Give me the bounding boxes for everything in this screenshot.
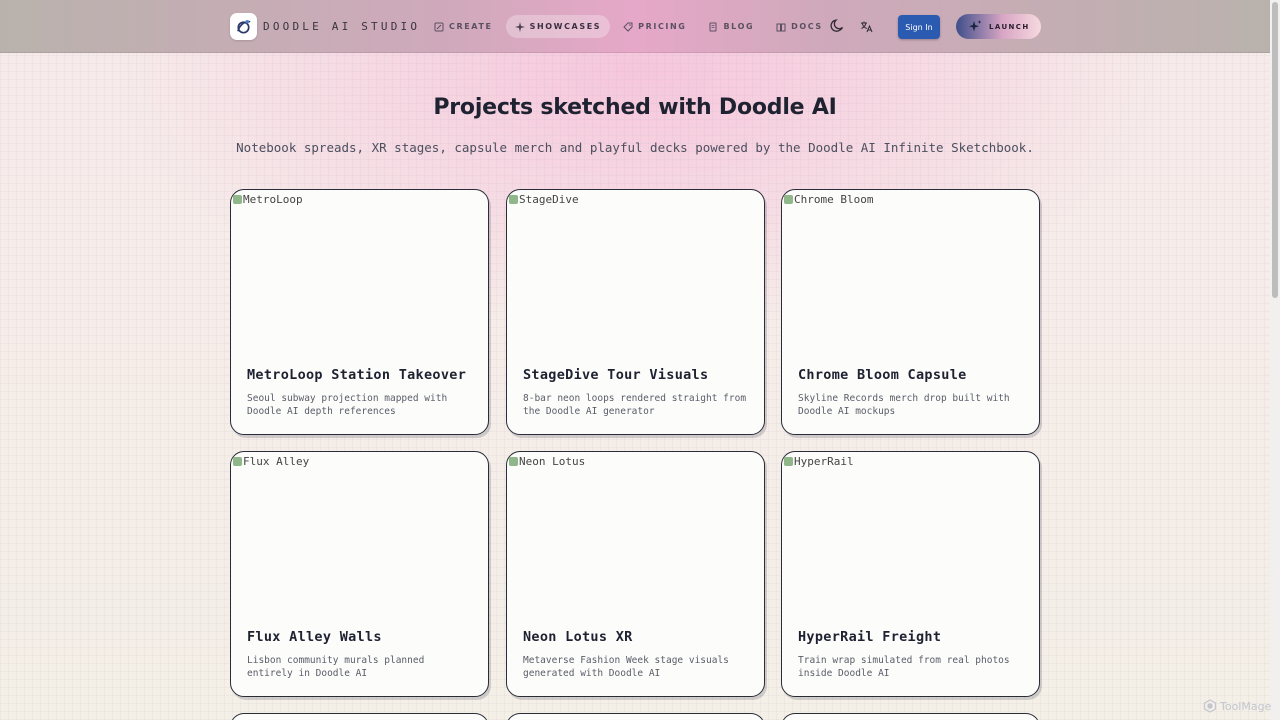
brand-name: DOODLE AI STUDIO xyxy=(263,20,421,33)
card-image: HyperRail xyxy=(784,455,854,468)
watermark-text: ToolMage xyxy=(1220,699,1272,713)
card-image: Chrome Bloom xyxy=(784,193,873,206)
doodle-logo-icon xyxy=(230,13,257,40)
showcase-card[interactable]: MetroLoop MetroLoop Station Takeover Seo… xyxy=(230,189,489,435)
showcase-card[interactable]: Chrome Bloom Chrome Bloom Capsule Skylin… xyxy=(781,189,1040,435)
book-icon xyxy=(776,23,786,31)
card-image: Flux Alley xyxy=(233,455,309,468)
broken-image-icon xyxy=(784,457,793,466)
nav-pricing[interactable]: PRICING xyxy=(614,15,695,38)
toolmage-logo-icon xyxy=(1203,699,1217,713)
page-subtitle: Notebook spreads, XR stages, capsule mer… xyxy=(236,140,1034,155)
card-description: Metaverse Fashion Week stage visuals gen… xyxy=(523,655,729,679)
nav-showcases-label: SHOWCASES xyxy=(529,22,602,31)
nav-create-label: CREATE xyxy=(449,22,493,31)
scrollbar-thumb[interactable] xyxy=(1272,2,1278,298)
card-title: Flux Alley Walls xyxy=(247,629,382,645)
nav-blog-label: BLOG xyxy=(723,22,755,31)
broken-image-icon xyxy=(509,457,518,466)
main-nav: CREATE SHOWCASES PRICING BLOG DOCS xyxy=(425,15,832,38)
theme-toggle-button[interactable] xyxy=(829,18,845,34)
card-description: 8-bar neon loops rendered straight from … xyxy=(523,393,747,417)
tag-icon xyxy=(623,22,633,32)
broken-image-icon xyxy=(784,195,793,204)
broken-image-icon xyxy=(509,195,518,204)
showcase-card[interactable]: Flux Alley Flux Alley Walls Lisbon commu… xyxy=(230,451,489,697)
card-title: MetroLoop Station Takeover xyxy=(247,367,467,383)
card-image-alt: Neon Lotus xyxy=(519,455,586,468)
showcase-card[interactable]: StageDive StageDive Tour Visuals 8-bar n… xyxy=(506,189,765,435)
card-image: StageDive xyxy=(509,193,579,206)
card-image-alt: StageDive xyxy=(519,193,579,206)
nav-create[interactable]: CREATE xyxy=(425,15,502,38)
showcase-card[interactable]: Neon Lotus Neon Lotus XR Metaverse Fashi… xyxy=(506,451,765,697)
sparkle-icon xyxy=(514,21,525,32)
page-title: Projects sketched with Doodle AI xyxy=(433,95,837,120)
showcase-card-partial[interactable] xyxy=(230,713,489,720)
broken-image-icon xyxy=(233,457,242,466)
showcase-card-partial[interactable] xyxy=(781,713,1040,720)
card-image-alt: HyperRail xyxy=(794,455,854,468)
pencil-icon xyxy=(434,22,444,31)
card-description: Train wrap simulated from real photos in… xyxy=(798,655,1010,679)
nav-blog[interactable]: BLOG xyxy=(699,15,763,38)
nav-docs[interactable]: DOCS xyxy=(767,15,832,38)
brand[interactable]: DOODLE AI STUDIO xyxy=(230,13,420,40)
watermark: ToolMage xyxy=(1203,699,1271,713)
card-image-alt: Flux Alley xyxy=(243,455,310,468)
sign-in-button[interactable]: Sign In xyxy=(898,15,940,39)
launch-label: LAUNCH xyxy=(989,22,1030,31)
page-scrollbar[interactable] xyxy=(1270,0,1280,720)
document-icon xyxy=(709,22,717,31)
card-image: Neon Lotus xyxy=(509,455,585,468)
launch-button[interactable]: LAUNCH xyxy=(956,14,1041,39)
nav-showcases[interactable]: SHOWCASES xyxy=(505,15,611,38)
card-image-alt: Chrome Bloom xyxy=(794,193,874,206)
card-description: Skyline Records merch drop built with Do… xyxy=(798,393,1010,417)
card-description: Seoul subway projection mapped with Dood… xyxy=(247,393,448,417)
moon-icon xyxy=(830,19,844,32)
broken-image-icon xyxy=(233,195,242,204)
nav-docs-label: DOCS xyxy=(791,22,823,31)
card-image: MetroLoop xyxy=(233,193,303,206)
card-title: StageDive Tour Visuals xyxy=(523,367,709,383)
card-title: Chrome Bloom Capsule xyxy=(798,367,967,383)
translate-icon xyxy=(860,21,872,32)
card-title: Neon Lotus XR xyxy=(523,629,633,645)
sparkles-icon xyxy=(969,20,982,32)
card-description: Lisbon community murals planned entirely… xyxy=(247,655,425,679)
language-button[interactable] xyxy=(858,18,874,34)
top-nav-bar: DOODLE AI STUDIO CREATE SHOWCASES PRICIN… xyxy=(0,0,1270,53)
showcase-card-partial[interactable] xyxy=(506,713,765,720)
nav-pricing-label: PRICING xyxy=(638,22,687,31)
card-image-alt: MetroLoop xyxy=(243,193,303,206)
card-title: HyperRail Freight xyxy=(798,629,942,645)
showcase-card[interactable]: HyperRail HyperRail Freight Train wrap s… xyxy=(781,451,1040,697)
